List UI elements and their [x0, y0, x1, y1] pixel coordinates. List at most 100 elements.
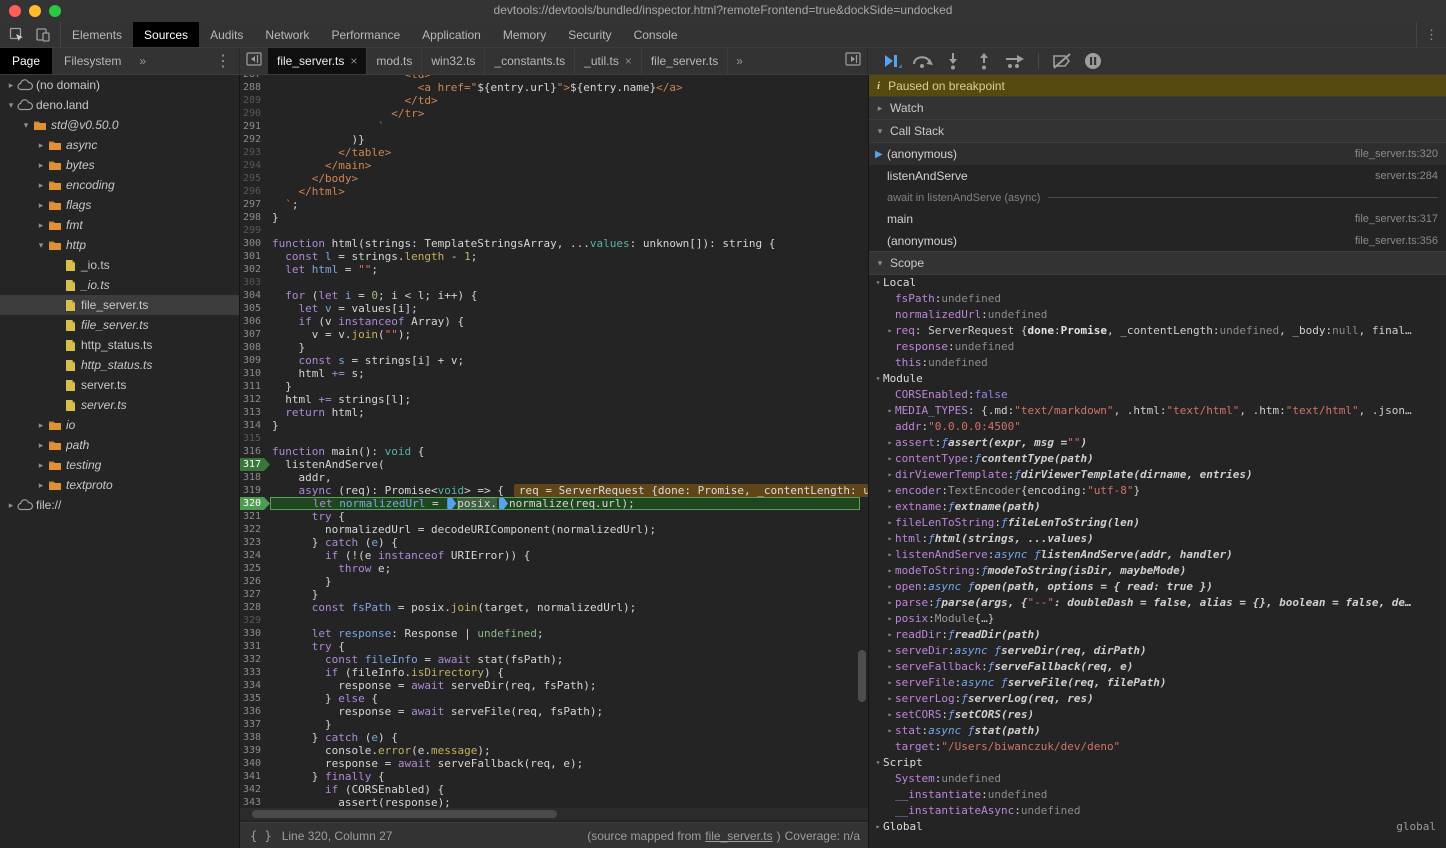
tree-row-bytes[interactable]: ▸bytes — [0, 155, 239, 175]
navigator-tab-page[interactable]: Page — [0, 48, 52, 74]
gutter-line-328[interactable]: 328 — [240, 601, 270, 614]
gutter-line-322[interactable]: 322 — [240, 523, 270, 536]
scope-row[interactable]: ▸MEDIA_TYPES: {.md: "text/markdown", .ht… — [869, 403, 1446, 419]
scope-row[interactable]: ▸dirViewerTemplate: ƒ dirViewerTemplate(… — [869, 467, 1446, 483]
pretty-print-button[interactable]: { } — [240, 829, 282, 843]
tree-row-std-v0.50.0[interactable]: ▾std@v0.50.0 — [0, 115, 239, 135]
scope-row[interactable]: ▸serverLog: ƒ serverLog(req, res) — [869, 691, 1446, 707]
gutter-line-311[interactable]: 311 — [240, 380, 270, 393]
gutter-line-293[interactable]: 293 — [240, 146, 270, 159]
tree-row-deno.land[interactable]: ▾deno.land — [0, 95, 239, 115]
tree-row-io[interactable]: ▸io — [0, 415, 239, 435]
disclosure-triangle-icon[interactable]: ▸ — [6, 80, 16, 91]
tab-performance[interactable]: Performance — [320, 22, 411, 47]
gutter-line-324[interactable]: 324 — [240, 549, 270, 562]
gutter-line-312[interactable]: 312 — [240, 393, 270, 406]
disclosure-triangle-icon[interactable]: ▸ — [36, 160, 46, 171]
gutter-line-310[interactable]: 310 — [240, 367, 270, 380]
disclosure-triangle-icon[interactable]: ▸ — [885, 547, 895, 563]
gutter-line-305[interactable]: 305 — [240, 302, 270, 315]
scope-row[interactable]: ▾Module — [869, 371, 1446, 387]
navigator-tab-overflow[interactable]: » — [133, 48, 152, 74]
navigator-tab-filesystem[interactable]: Filesystem — [52, 48, 133, 74]
gutter-line-329[interactable]: 329 — [240, 614, 270, 627]
gutter-line-342[interactable]: 342 — [240, 783, 270, 796]
gutter-line-340[interactable]: 340 — [240, 757, 270, 770]
disclosure-triangle-icon[interactable]: ▸ — [885, 675, 895, 691]
gutter-line-334[interactable]: 334 — [240, 679, 270, 692]
gutter-line-304[interactable]: 304 — [240, 289, 270, 302]
scope-row[interactable]: ▸assert: ƒ assert(expr, msg = "") — [869, 435, 1446, 451]
toggle-debugger-sidebar-icon[interactable] — [839, 48, 867, 70]
gutter-line-301[interactable]: 301 — [240, 250, 270, 263]
disclosure-triangle-icon[interactable]: ▾ — [6, 100, 16, 111]
disclosure-triangle-icon[interactable]: ▾ — [21, 120, 31, 131]
gutter-line-335[interactable]: 335 — [240, 692, 270, 705]
tree-row--io.ts[interactable]: _io.ts — [0, 255, 239, 275]
gutter-line-291[interactable]: 291 — [240, 120, 270, 133]
close-tab-icon[interactable]: × — [350, 54, 357, 68]
gutter-line-331[interactable]: 331 — [240, 640, 270, 653]
inline-breakpoint-marker-icon[interactable] — [499, 498, 508, 509]
tree-row-flags[interactable]: ▸flags — [0, 195, 239, 215]
device-toolbar-icon[interactable] — [30, 24, 56, 46]
gutter-line-318[interactable]: 318 — [240, 471, 270, 484]
tab-audits[interactable]: Audits — [199, 22, 254, 47]
gutter-line-330[interactable]: 330 — [240, 627, 270, 640]
gutter-line-325[interactable]: 325 — [240, 562, 270, 575]
horizontal-scrollbar-thumb[interactable] — [252, 810, 557, 818]
disclosure-triangle-icon[interactable]: ▸ — [885, 515, 895, 531]
tree-row-server.ts[interactable]: server.ts — [0, 395, 239, 415]
disclosure-triangle-icon[interactable]: ▸ — [885, 723, 895, 739]
call-stack-frame-anonymous[interactable]: (anonymous)file_server.ts:356 — [869, 230, 1446, 252]
editor-tab-overflow[interactable]: » — [728, 48, 751, 74]
disclosure-triangle-icon[interactable]: ▾ — [36, 240, 46, 251]
gutter-line-314[interactable]: 314 — [240, 419, 270, 432]
gutter-line-338[interactable]: 338 — [240, 731, 270, 744]
gutter-line-323[interactable]: 323 — [240, 536, 270, 549]
disclosure-triangle-icon[interactable]: ▸ — [885, 435, 895, 451]
scope-row[interactable]: ▸serveFallback: ƒ serveFallback(req, e) — [869, 659, 1446, 675]
tab-memory[interactable]: Memory — [492, 22, 557, 47]
gutter-line-290[interactable]: 290 — [240, 107, 270, 120]
gutter-line-308[interactable]: 308 — [240, 341, 270, 354]
gutter-line-306[interactable]: 306 — [240, 315, 270, 328]
gutter-line-309[interactable]: 309 — [240, 354, 270, 367]
step-over-icon[interactable] — [909, 50, 935, 72]
scope-row[interactable]: ▸posix: Module {…} — [869, 611, 1446, 627]
step-out-icon[interactable] — [971, 50, 997, 72]
scope-row[interactable]: ▸serveDir: async ƒ serveDir(req, dirPath… — [869, 643, 1446, 659]
scope-section-header[interactable]: ▾ Scope — [869, 251, 1446, 275]
gutter-line-302[interactable]: 302 — [240, 263, 270, 276]
disclosure-triangle-icon[interactable]: ▸ — [885, 643, 895, 659]
call-stack-frame-listenAndServe[interactable]: listenAndServeserver.ts:284 — [869, 165, 1446, 187]
editor-tab-file_server.ts[interactable]: file_server.ts — [642, 48, 728, 74]
call-stack-section-header[interactable]: ▾ Call Stack — [869, 119, 1446, 143]
disclosure-triangle-icon[interactable]: ▸ — [885, 451, 895, 467]
tree-row-fmt[interactable]: ▸fmt — [0, 215, 239, 235]
gutter-line-332[interactable]: 332 — [240, 653, 270, 666]
scope-row[interactable]: ▸extname: ƒ extname(path) — [869, 499, 1446, 515]
scope-row[interactable]: ▸serveFile: async ƒ serveFile(req, fileP… — [869, 675, 1446, 691]
gutter-line-315[interactable]: 315 — [240, 432, 270, 445]
inspect-element-icon[interactable] — [4, 24, 30, 46]
gutter-line-303[interactable]: 303 — [240, 276, 270, 289]
gutter-line-288[interactable]: 288 — [240, 81, 270, 94]
gutter-line-333[interactable]: 333 — [240, 666, 270, 679]
tree-row--io.ts[interactable]: _io.ts — [0, 275, 239, 295]
tree-row-file---[interactable]: ▸file:// — [0, 495, 239, 515]
scope-row[interactable]: ▸setCORS: ƒ setCORS(res) — [869, 707, 1446, 723]
disclosure-triangle-icon[interactable]: ▸ — [885, 659, 895, 675]
tree-row-textproto[interactable]: ▸textproto — [0, 475, 239, 495]
tree-row-file-server.ts[interactable]: file_server.ts — [0, 315, 239, 335]
scope-row[interactable]: ▸listenAndServe: async ƒ listenAndServe(… — [869, 547, 1446, 563]
disclosure-triangle-icon[interactable]: ▸ — [36, 220, 46, 231]
tab-sources[interactable]: Sources — [133, 22, 199, 47]
disclosure-triangle-icon[interactable]: ▸ — [873, 819, 883, 835]
disclosure-triangle-icon[interactable]: ▸ — [885, 531, 895, 547]
gutter-line-296[interactable]: 296 — [240, 185, 270, 198]
disclosure-triangle-icon[interactable]: ▸ — [885, 483, 895, 499]
disclosure-triangle-icon[interactable]: ▸ — [36, 420, 46, 431]
gutter-line-295[interactable]: 295 — [240, 172, 270, 185]
disclosure-triangle-icon[interactable]: ▸ — [36, 180, 46, 191]
